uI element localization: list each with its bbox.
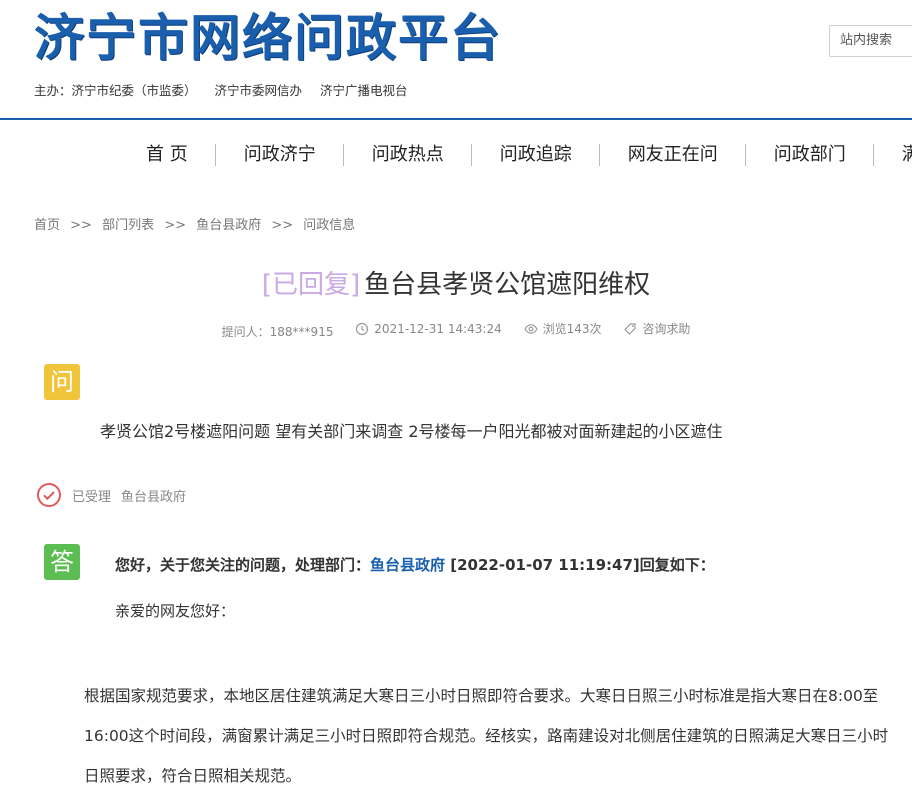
- question-badge: 问: [44, 364, 80, 400]
- sponsors-line: 主办：济宁市纪委（市监委） 济宁市委网信办 济宁广播电视台: [34, 80, 422, 99]
- breadcrumb-dept[interactable]: 鱼台县政府: [196, 218, 261, 233]
- breadcrumb-separator: >>: [271, 218, 294, 233]
- sponsor-2: 济宁市委网信办: [214, 83, 303, 98]
- category-text[interactable]: 咨询求助: [642, 320, 690, 337]
- breadcrumb-separator: >>: [164, 218, 187, 233]
- breadcrumb-home[interactable]: 首页: [34, 218, 60, 233]
- main-nav: 首 页 问政济宁 问政热点 问政追踪 网友正在问 问政部门 满意: [118, 140, 912, 170]
- nav-home[interactable]: 首 页: [118, 140, 216, 170]
- eye-icon: [523, 323, 538, 334]
- reply-status: [已回复]: [261, 270, 361, 300]
- check-circle-icon: [37, 483, 61, 507]
- datetime-text: 2021-12-31 14:43:24: [374, 321, 502, 336]
- nav-departments[interactable]: 问政部门: [746, 140, 874, 170]
- views-text: 浏览143次: [542, 322, 602, 336]
- accepted-label: 已受理: [72, 489, 112, 505]
- accepted-dept: 鱼台县政府: [121, 489, 187, 505]
- reply-department-link[interactable]: 鱼台县政府: [370, 556, 445, 574]
- clock-icon: [356, 322, 369, 335]
- post-title-line: [已回复] 鱼台县孝贤公馆遮阳维权: [0, 264, 912, 301]
- breadcrumb: 首页 >> 部门列表 >> 鱼台县政府 >> 问政信息: [34, 214, 355, 233]
- question-text: 孝贤公馆2号楼遮阳问题 望有关部门来调查 2号楼每一户阳光都被对面新建起的小区遮…: [100, 422, 723, 441]
- reply-heading: 您好，关于您关注的问题，处理部门：鱼台县政府 [2022-01-07 11:19…: [115, 554, 715, 575]
- sponsor-1: 主办：济宁市纪委（市监委）: [34, 83, 197, 98]
- nav-netizens-asking[interactable]: 网友正在问: [600, 140, 746, 170]
- reply-head-suffix: [2022-01-07 11:19:47]回复如下：: [450, 556, 715, 574]
- meta-asker: 提问人：188***915: [222, 323, 334, 340]
- reply-greeting: 亲爱的网友您好：: [115, 602, 236, 620]
- site-logo-title[interactable]: 济宁市网络问政平台: [34, 8, 502, 68]
- nav-satisfaction[interactable]: 满意: [874, 140, 912, 170]
- nav-wenzheng-jining[interactable]: 问政济宁: [216, 140, 344, 170]
- breadcrumb-current: 问政信息: [303, 218, 356, 233]
- accepted-status: 已受理 鱼台县政府: [36, 482, 196, 508]
- answer-badge: 答: [44, 544, 80, 580]
- site-search-input[interactable]: 站内搜索: [829, 25, 912, 57]
- breadcrumb-separator: >>: [70, 218, 92, 233]
- accepted-text: 已受理 鱼台县政府: [72, 486, 196, 505]
- breadcrumb-dept-list[interactable]: 部门列表: [102, 218, 154, 233]
- reply-body: 根据国家规范要求，本地区居住建筑满足大寒日三小时日照即符合要求。大寒日日照三小时…: [84, 687, 889, 785]
- post-meta: 提问人：188***915 2021-12-31 14:43:24 浏览143次…: [0, 320, 912, 340]
- post-title: 鱼台县孝贤公馆遮阳维权: [364, 270, 651, 300]
- tag-icon: [624, 322, 636, 335]
- meta-category: 咨询求助: [623, 320, 690, 337]
- asker-text: 提问人：188***915: [221, 324, 334, 339]
- nav-hot-topics[interactable]: 问政热点: [344, 140, 472, 170]
- nav-tracking[interactable]: 问政追踪: [472, 140, 600, 170]
- meta-views: 浏览143次: [523, 320, 602, 337]
- sponsor-3: 济宁广播电视台: [320, 83, 408, 98]
- reply-head-prefix: 您好，关于您关注的问题，处理部门：: [115, 556, 371, 574]
- meta-time: 2021-12-31 14:43:24: [355, 321, 502, 336]
- header-divider: [0, 118, 912, 120]
